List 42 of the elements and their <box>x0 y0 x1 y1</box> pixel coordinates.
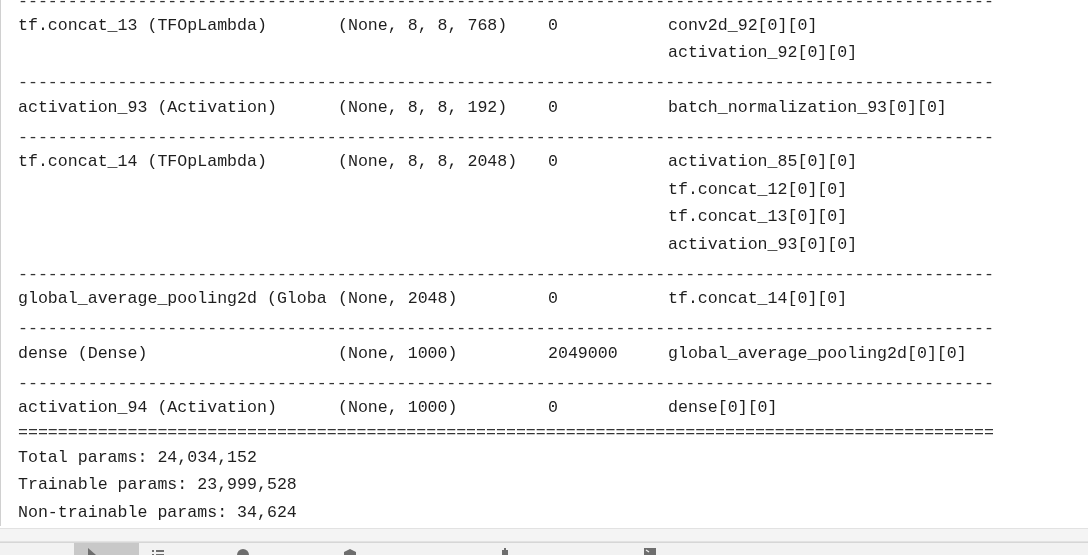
param-count: 0 <box>548 96 559 119</box>
separator-line: -------------------------------------------------------------------------------------------------- <box>18 318 995 340</box>
horizontal-scrollbar[interactable] <box>0 528 1088 542</box>
separator-line: -------------------------------------------------------------------------------------------------- <box>18 72 995 94</box>
separator-line: -------------------------------------------------------------------------------------------------- <box>18 126 995 149</box>
params-summary: Total params: 24,034,152 <box>18 446 258 469</box>
connected-layer: batch_normalization_93[0][0] <box>668 96 947 119</box>
layer-name: dense (Dense) <box>18 342 149 365</box>
params-summary: Trainable params: 23,999,528 <box>18 474 298 497</box>
output-dims-text: (None, 1000) <box>338 342 459 365</box>
connected-layer: dense[0][0] <box>668 397 778 420</box>
separator-line: -------------------------------------------------------------------------------------------------- <box>18 0 995 12</box>
param-count: 2049000 <box>548 342 619 365</box>
param-count: 0 <box>548 151 559 174</box>
connected-layer: activation_92[0][0] <box>668 42 858 65</box>
layer-name: global_average_pooling2d (Globa <box>18 288 328 311</box>
connected-layer: activation_85[0][0] <box>668 151 858 174</box>
connected-layer: activation_93[0][0] <box>668 233 858 256</box>
param-count: 0 <box>548 14 559 37</box>
connected-layer: tf.concat_13[0][0] <box>668 206 848 229</box>
separator-line: -------------------------------------------------------------------------------------------------- <box>18 372 995 395</box>
output-dims-text: (None, 8, 8, 192) <box>338 96 509 119</box>
output-dims-text: (None, 2048) <box>338 288 459 311</box>
param-count: 0 <box>548 397 559 420</box>
output-dims-text: (None, 1000) <box>338 397 459 420</box>
layer-name: tf.concat_14 (TFOpLambda) <box>18 151 268 174</box>
tool-tab[interactable] <box>74 543 139 555</box>
connected-layer: global_average_pooling2d[0][0] <box>668 342 967 365</box>
layer-name: activation_94 (Activation) <box>18 397 278 420</box>
params-summary: Non-trainable params: 34,624 <box>18 501 298 524</box>
param-count: 0 <box>548 288 559 311</box>
connected-layer: conv2d_92[0][0] <box>668 14 818 37</box>
list-icon <box>151 547 165 555</box>
output-dims-text: (None, 8, 8, 2048) <box>338 151 519 174</box>
package-icon <box>343 547 357 555</box>
separator-line: -------------------------------------------------------------------------------------------------- <box>18 263 995 286</box>
layer-name: tf.concat_13 (TFOpLambda) <box>18 14 268 37</box>
layer-name: activation_93 (Activation) <box>18 96 278 119</box>
connected-layer: tf.concat_12[0][0] <box>668 178 848 201</box>
connected-layer: tf.concat_14[0][0] <box>668 288 848 311</box>
separator-line: ================================================================================================== <box>18 422 995 444</box>
output-dims-text: (None, 8, 8, 768) <box>338 14 509 37</box>
